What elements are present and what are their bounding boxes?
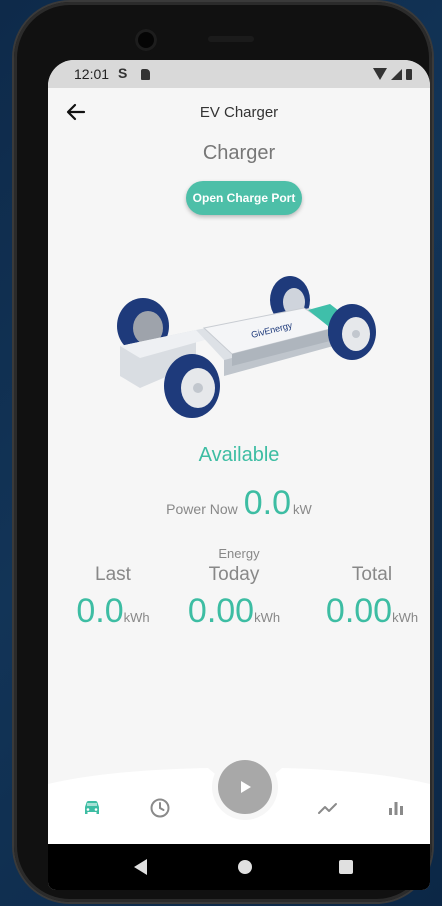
energy-last: Last 0.0 kWh xyxy=(68,564,158,631)
power-now-unit: kW xyxy=(293,502,312,517)
play-icon xyxy=(241,781,251,793)
app-bar: EV Charger xyxy=(48,88,430,138)
bottom-navigation xyxy=(48,760,430,844)
status-icons xyxy=(373,68,412,80)
energy-today-unit: kWh xyxy=(254,610,281,625)
phone-frame: 12:01 S EV Charger Charger Open Charge P… xyxy=(14,2,432,902)
sync-status-icon: S xyxy=(118,65,128,81)
cell-signal-icon xyxy=(391,68,402,80)
energy-last-unit: kWh xyxy=(123,610,150,625)
system-back-icon[interactable] xyxy=(134,859,147,875)
car-icon[interactable] xyxy=(80,796,104,820)
system-home-icon[interactable] xyxy=(238,860,252,874)
energy-today: Today 0.00 kWh xyxy=(184,564,284,631)
energy-today-value: 0.00 xyxy=(187,592,255,630)
energy-total-unit: kWh xyxy=(392,610,419,625)
energy-last-label: Last xyxy=(95,564,131,585)
energy-total-value: 0.00 xyxy=(325,592,393,630)
open-charge-port-button[interactable]: Open Charge Port xyxy=(186,181,302,215)
charger-status: Available xyxy=(198,444,280,466)
bar-chart-icon[interactable] xyxy=(384,796,408,820)
start-charge-fab[interactable] xyxy=(218,760,272,814)
earpiece-speaker xyxy=(208,36,254,42)
history-clock-icon[interactable] xyxy=(148,796,172,820)
status-bar: 12:01 S xyxy=(48,60,430,88)
wifi-icon xyxy=(373,68,387,80)
front-camera xyxy=(135,29,157,51)
section-title: Charger xyxy=(202,142,276,164)
energy-total: Total 0.00 kWh xyxy=(322,564,422,631)
sd-card-icon xyxy=(141,69,150,80)
app-screen: 12:01 S EV Charger Charger Open Charge P… xyxy=(48,60,430,890)
power-now-label: Power Now xyxy=(166,501,238,517)
power-now-row: Power Now 0.0 kW xyxy=(48,484,430,523)
battery-icon xyxy=(406,68,412,80)
energy-label: Energy xyxy=(218,546,260,561)
energy-total-label: Total xyxy=(351,564,393,585)
energy-last-value: 0.0 xyxy=(76,592,124,630)
ev-chassis-illustration: GivEnergy xyxy=(117,276,376,418)
power-now-value: 0.0 xyxy=(243,484,292,522)
energy-today-label: Today xyxy=(208,564,260,585)
status-time: 12:01 xyxy=(74,66,110,82)
system-navigation-bar xyxy=(48,844,430,890)
system-recents-icon[interactable] xyxy=(339,860,353,874)
page-title: EV Charger xyxy=(199,104,279,121)
trend-line-icon[interactable] xyxy=(316,796,340,820)
